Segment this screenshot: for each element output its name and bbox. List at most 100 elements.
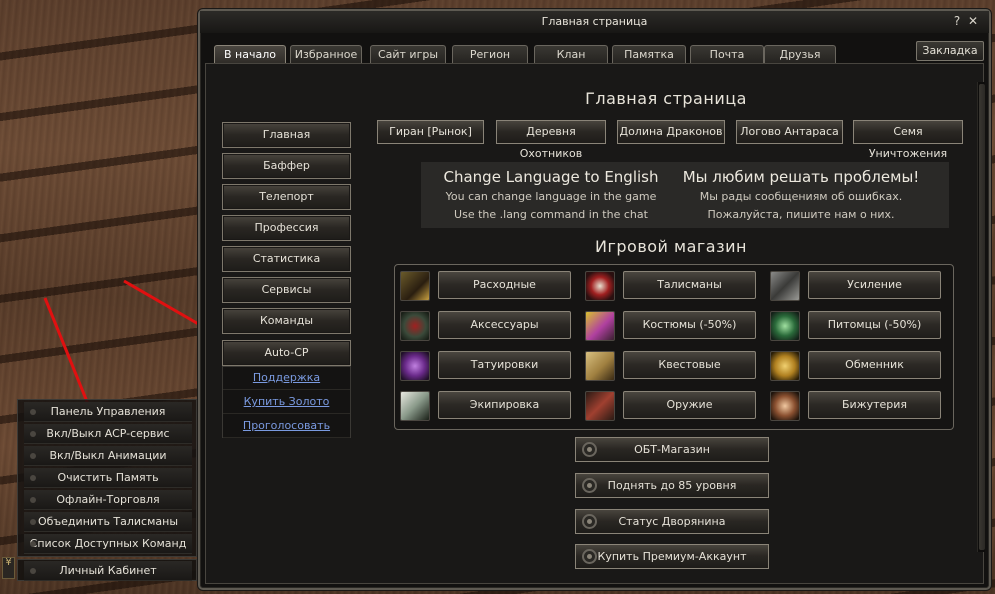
tab-favorites[interactable]: Избранное — [290, 45, 362, 64]
side-item-label: Список Доступных Команд — [29, 537, 187, 550]
bullet-icon — [30, 497, 36, 503]
main-window: Главная страница ? ✕ В начало Избранное … — [198, 9, 991, 590]
chevron-down-icon: ¥ — [5, 557, 12, 568]
shop-jewelry-button[interactable]: Бижутерия — [808, 391, 941, 419]
side-item-command-list[interactable]: Список Доступных Команд — [24, 534, 192, 554]
scroll-staff-icon — [400, 271, 430, 301]
nav-statistics-button[interactable]: Статистика — [222, 246, 351, 272]
talisman-icon — [585, 271, 615, 301]
bullet-icon — [30, 409, 36, 415]
help-icon: ? — [953, 14, 961, 28]
gear-icon — [582, 549, 597, 564]
noble-status-button[interactable]: Статус Дворянина — [575, 509, 769, 534]
shop-tattoos-button[interactable]: Татуировки — [438, 351, 571, 379]
tab-home[interactable]: В начало — [214, 45, 286, 64]
location-antharas-lair-button[interactable]: Логово Антараса — [736, 120, 843, 144]
nav-links: Поддержка Купить Золото Проголосовать — [222, 366, 351, 438]
bug-report-info-title: Мы любим решать проблемы! — [682, 168, 920, 186]
shop-weapons-button[interactable]: Оружие — [623, 391, 756, 419]
location-giran-button[interactable]: Гиран [Рынок] — [377, 120, 484, 144]
bullet-icon — [30, 475, 36, 481]
tab-mail[interactable]: Почта — [690, 45, 764, 64]
shop-consumables-button[interactable]: Расходные — [438, 271, 571, 299]
bug-report-info: Мы любим решать проблемы! Мы рады сообще… — [671, 166, 931, 224]
tab-friends[interactable]: Друзья — [764, 45, 836, 64]
shop-exchange-button[interactable]: Обменник — [808, 351, 941, 379]
side-item-acp-toggle[interactable]: Вкл/Выкл ACP-сервис — [24, 424, 192, 444]
noble-status-label: Статус Дворянина — [618, 515, 726, 528]
nav-main-button[interactable]: Главная — [222, 122, 351, 148]
shop-quest-items-button[interactable]: Квестовые — [623, 351, 756, 379]
armor-icon — [400, 391, 430, 421]
nav-profession-button[interactable]: Профессия — [222, 215, 351, 241]
obt-shop-button[interactable]: ОБТ-Магазин — [575, 437, 769, 462]
window-title-bar[interactable]: Главная страница — [200, 11, 989, 33]
side-item-label: Панель Управления — [50, 405, 166, 418]
close-icon: ✕ — [967, 14, 979, 28]
side-panel-toggle-button[interactable]: ¥ — [2, 557, 15, 579]
page-title: Главная страница — [585, 89, 747, 108]
tab-game-site[interactable]: Сайт игры — [370, 45, 446, 64]
side-item-label: Личный Кабинет — [59, 564, 157, 577]
nav-services-button[interactable]: Сервисы — [222, 277, 351, 303]
quest-scroll-icon — [585, 351, 615, 381]
help-button[interactable]: ? — [950, 14, 964, 28]
side-item-merge-talismans[interactable]: Объединить Талисманы — [24, 512, 192, 532]
side-item-clear-memory[interactable]: Очистить Память — [24, 468, 192, 488]
helmet-icon — [400, 311, 430, 341]
bullet-icon — [30, 541, 36, 547]
bookmark-button[interactable]: Закладка — [916, 41, 984, 61]
potion-icon — [400, 351, 430, 381]
scrollbar[interactable] — [977, 82, 985, 552]
page-content: Главная Баффер Телепорт Профессия Статис… — [205, 63, 985, 584]
nav-commands-button[interactable]: Команды — [222, 308, 351, 334]
side-item-offline-trade[interactable]: Офлайн-Торговля — [24, 490, 192, 510]
side-item-label: Офлайн-Торговля — [56, 493, 160, 506]
shop-enhancement-button[interactable]: Усиление — [808, 271, 941, 299]
bug-report-info-line: Мы рады сообщениям об ошибках. — [699, 190, 903, 203]
shop-talismans-button[interactable]: Талисманы — [623, 271, 756, 299]
shop-costumes-button[interactable]: Костюмы (-50%) — [623, 311, 756, 339]
location-dragon-valley-button[interactable]: Долина Драконов — [617, 120, 725, 144]
costume-icon — [585, 311, 615, 341]
jewelry-icon — [770, 391, 800, 421]
coin-icon — [770, 351, 800, 381]
gear-icon — [582, 478, 597, 493]
nav-buffer-button[interactable]: Баффер — [222, 153, 351, 179]
location-hunters-village-button[interactable]: Деревня Охотников — [496, 120, 606, 160]
close-button[interactable]: ✕ — [966, 14, 980, 28]
gear-icon — [582, 514, 597, 529]
level-up-85-button[interactable]: Поднять до 85 уровня — [575, 473, 769, 498]
shop-accessories-button[interactable]: Аксессуары — [438, 311, 571, 339]
gear-icon — [582, 442, 597, 457]
pet-icon — [770, 311, 800, 341]
side-item-personal-cabinet[interactable]: Личный Кабинет — [24, 561, 192, 581]
bullet-icon — [30, 431, 36, 437]
buy-premium-button[interactable]: Купить Премиум-Аккаунт — [575, 544, 769, 569]
shop-pets-button[interactable]: Питомцы (-50%) — [808, 311, 941, 339]
side-item-control-panel[interactable]: Панель Управления — [24, 402, 192, 422]
tab-clan[interactable]: Клан — [534, 45, 608, 64]
side-item-label: Очистить Память — [57, 471, 159, 484]
buy-gold-link[interactable]: Купить Золото — [223, 391, 350, 414]
tab-memo[interactable]: Памятка — [612, 45, 686, 64]
bug-report-info-line: Пожалуйста, пишите нам о них. — [707, 208, 895, 221]
nav-teleport-button[interactable]: Телепорт — [222, 184, 351, 210]
nav-auto-cp-button[interactable]: Auto-CP — [222, 340, 351, 366]
scrollbar-thumb[interactable] — [979, 84, 985, 550]
side-bottom-bar: Личный Кабинет — [17, 559, 197, 581]
enchant-scroll-icon — [770, 271, 800, 301]
side-control-panel: Панель Управления Вкл/Выкл ACP-сервис Вк… — [17, 399, 197, 557]
support-link[interactable]: Поддержка — [223, 367, 350, 390]
vote-link[interactable]: Проголосовать — [223, 415, 350, 438]
side-item-animation-toggle[interactable]: Вкл/Выкл Анимации — [24, 446, 192, 466]
shop-equipment-button[interactable]: Экипировка — [438, 391, 571, 419]
buy-premium-label: Купить Премиум-Аккаунт — [597, 550, 747, 563]
side-item-label: Вкл/Выкл ACP-сервис — [46, 427, 170, 440]
obt-shop-label: ОБТ-Магазин — [634, 443, 710, 456]
language-info-line: Use the .lang command in the chat — [454, 208, 648, 221]
location-seed-of-destruction-button[interactable]: Семя Уничтожения — [853, 120, 963, 160]
language-info-title: Change Language to English — [443, 168, 659, 186]
language-info: Change Language to English You can chang… — [421, 166, 681, 224]
tab-region[interactable]: Регион — [452, 45, 528, 64]
